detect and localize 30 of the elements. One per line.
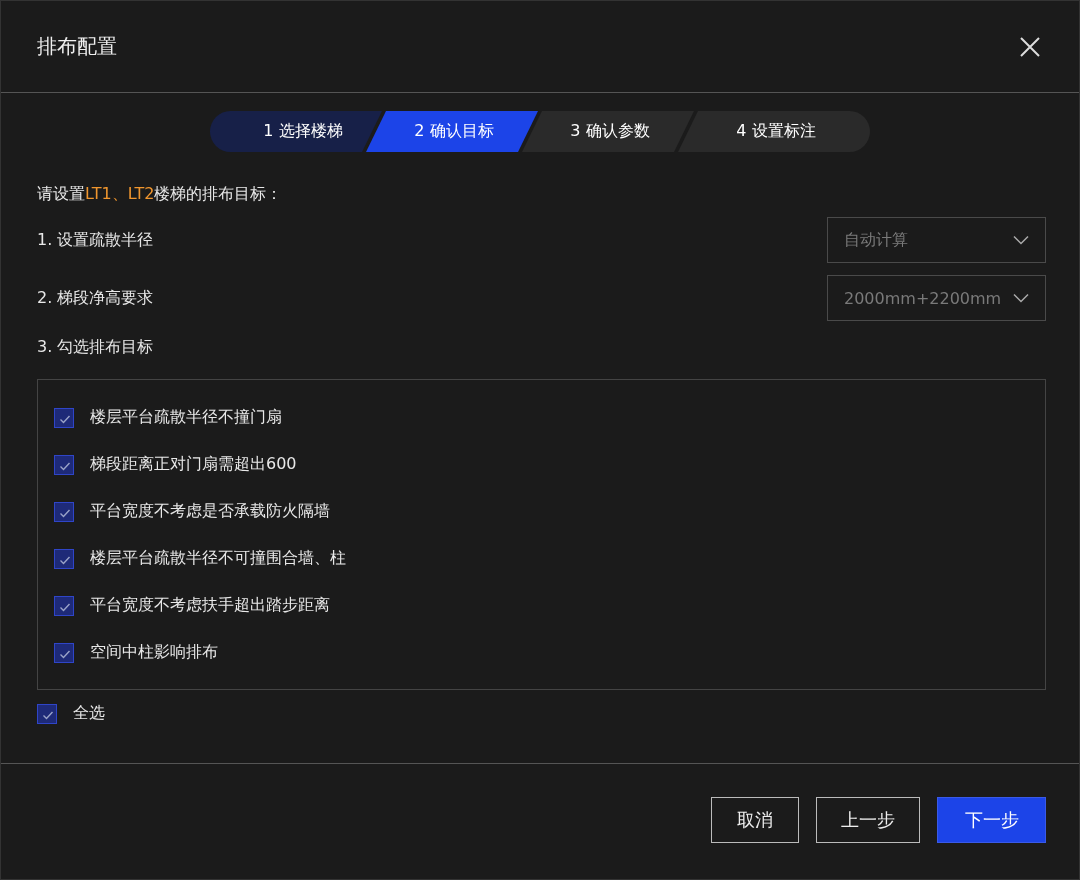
chevron-down-icon [1013, 293, 1029, 303]
step-tab[interactable]: 3 确认参数 [522, 111, 694, 152]
checkbox[interactable] [54, 595, 74, 616]
checkbox[interactable] [54, 407, 74, 428]
checkbox-label: 平台宽度不考虑是否承载防火隔墙 [90, 501, 330, 522]
checkbox-label: 梯段距离正对门扇需超出600 [90, 454, 297, 475]
dialog-button[interactable]: 取消 [711, 797, 799, 843]
checkbox-label: 全选 [73, 703, 105, 724]
checkbox-label: 楼层平台疏散半径不可撞围合墙、柱 [90, 548, 346, 569]
checkbox[interactable] [54, 642, 74, 663]
chevron-down-icon [1013, 235, 1029, 245]
checkbox-label: 平台宽度不考虑扶手超出踏步距离 [90, 595, 330, 616]
checkbox[interactable] [37, 703, 57, 724]
checkbox-label: 空间中柱影响排布 [90, 642, 218, 663]
setting-label: 2. 梯段净高要求 [37, 287, 154, 309]
dialog-button[interactable]: 上一步 [816, 797, 920, 843]
checkbox[interactable] [54, 454, 74, 475]
step-tab[interactable]: 2 确认目标 [366, 111, 538, 152]
step-tab[interactable]: 1 选择楼梯 [210, 111, 382, 152]
dialog-title: 排布配置 [37, 33, 117, 60]
instruction-text: 请设置LT1、LT2楼梯的排布目标： [37, 184, 284, 205]
setting-label: 1. 设置疏散半径 [37, 229, 154, 251]
step-tab[interactable]: 4 设置标注 [678, 111, 870, 152]
checkbox[interactable] [54, 501, 74, 522]
dropdown[interactable]: 2000mm+2200mm [827, 275, 1046, 321]
checkbox[interactable] [54, 548, 74, 569]
checkbox-label: 楼层平台疏散半径不撞门扇 [90, 407, 282, 428]
setting-label: 3. 勾选排布目标 [37, 336, 154, 358]
dropdown[interactable]: 自动计算 [827, 217, 1046, 263]
next-button[interactable]: 下一步 [937, 797, 1046, 843]
